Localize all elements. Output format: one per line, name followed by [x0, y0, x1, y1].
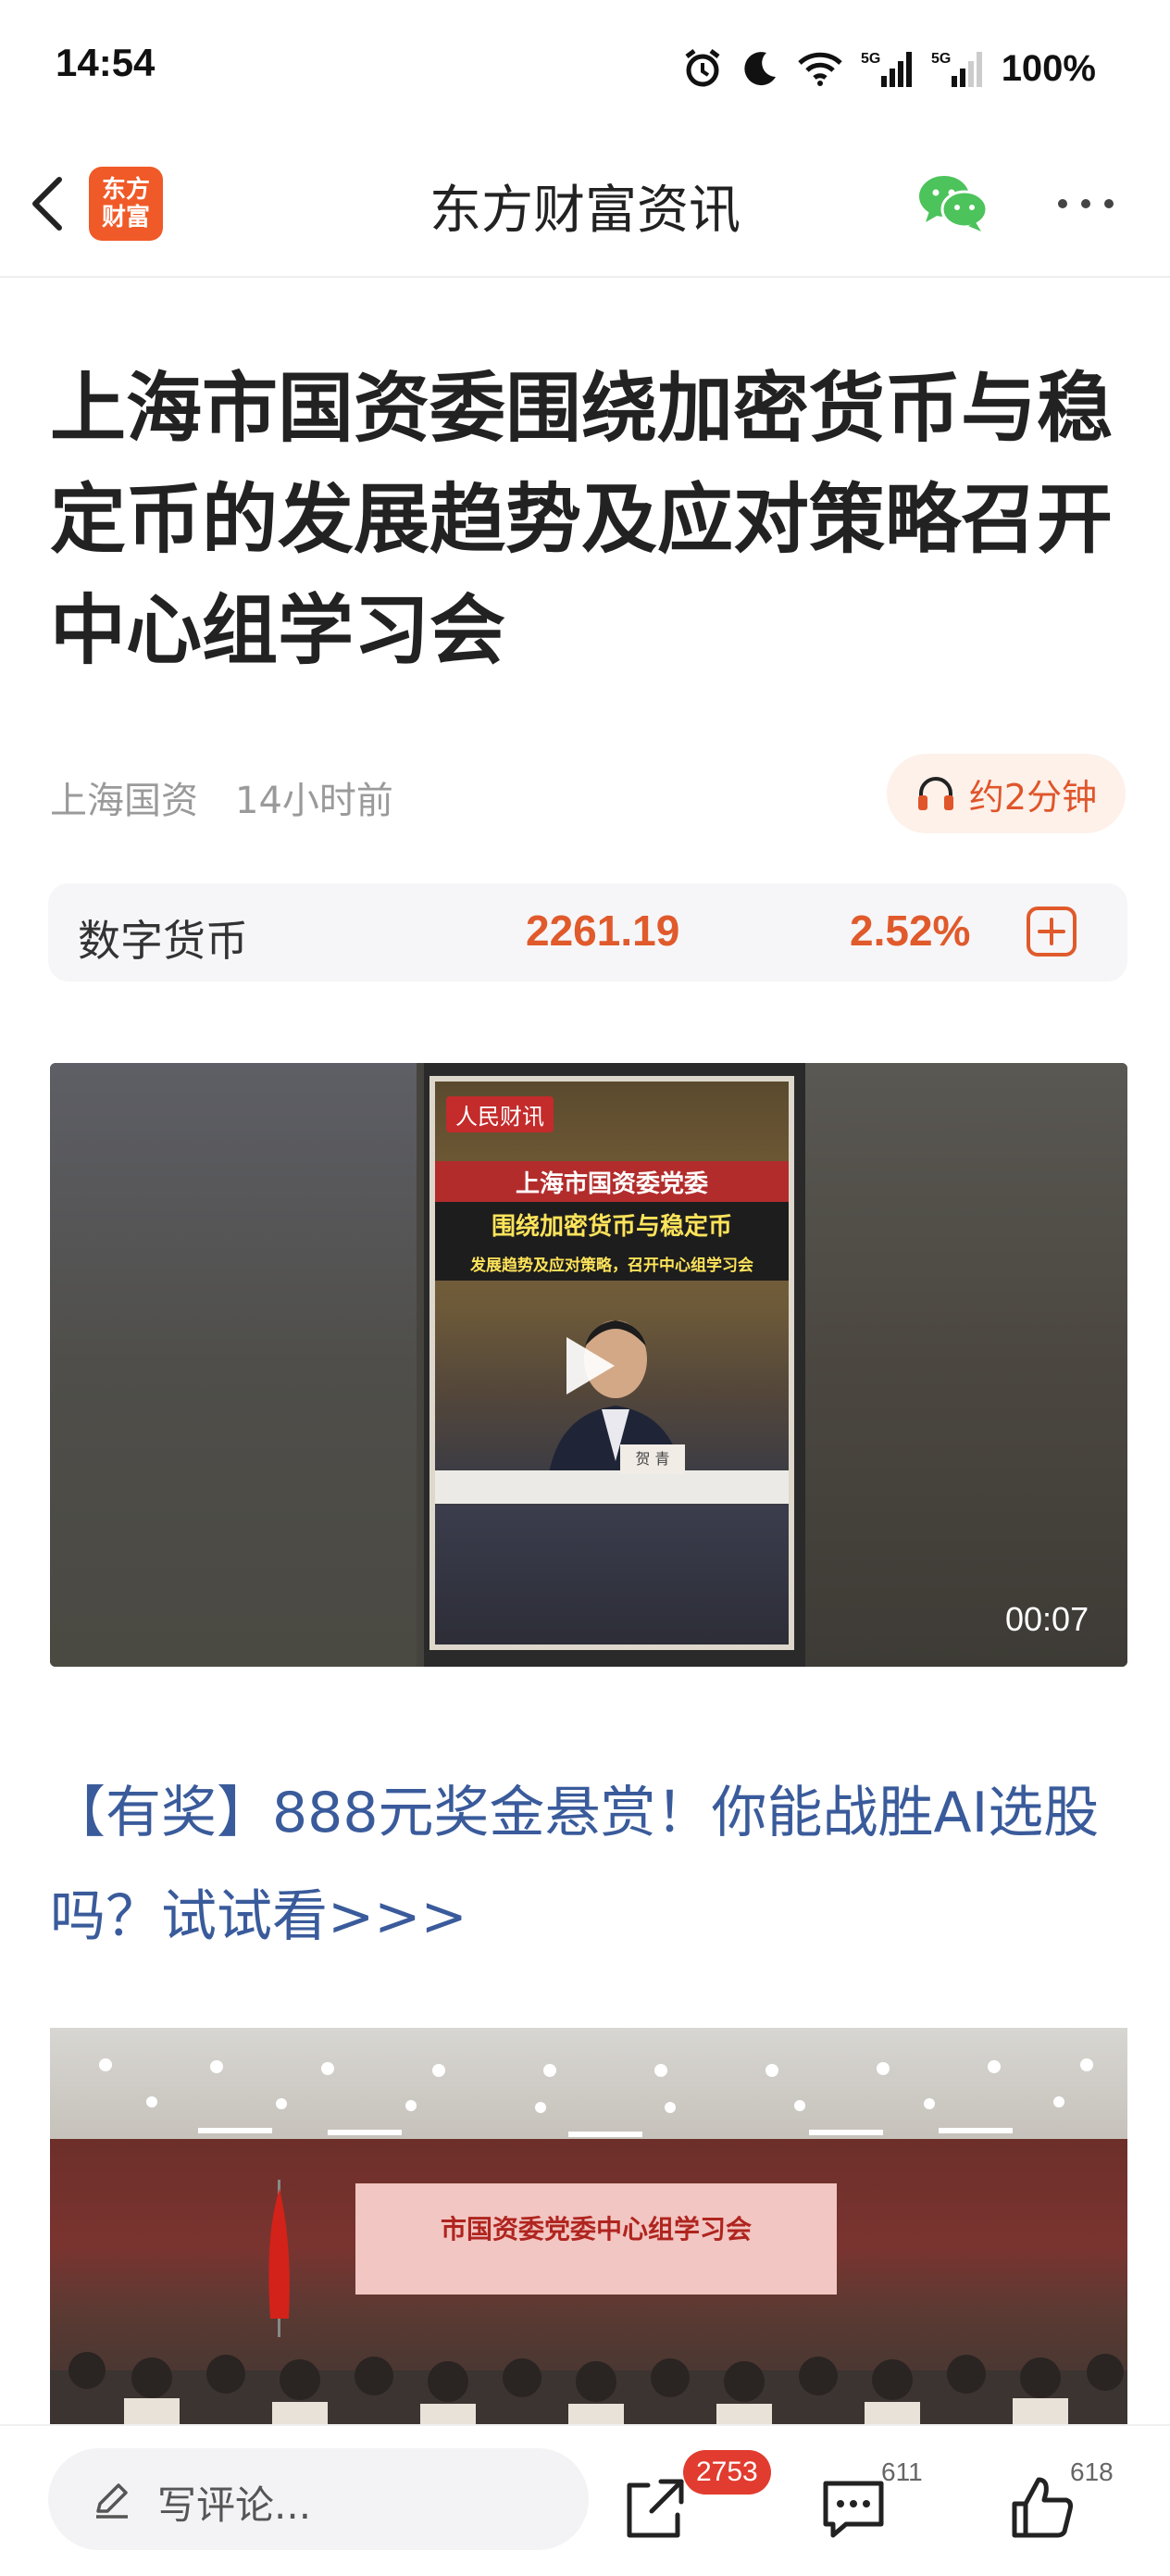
promo-link[interactable]: 【有奖】888元奖金悬赏！你能战胜AI选股吗？试试看>>> [50, 1761, 1127, 1969]
poster-lower-area [435, 1506, 789, 1644]
wifi-icon [797, 52, 842, 86]
share-count-badge: 2753 [683, 2450, 771, 2495]
comment-placeholder: 写评论... [157, 2482, 312, 2528]
more-dots-icon[interactable] [1053, 185, 1118, 222]
signal-5g-icon: 5G [861, 51, 912, 87]
meeting-banner: 市国资委党委中心组学习会 [355, 2183, 837, 2295]
article-title: 上海市国资委围绕加密货币与稳定币的发展趋势及应对策略召开中心组学习会 [50, 365, 1114, 675]
signal-5g-icon: 5G [931, 51, 982, 87]
add-watchlist-icon[interactable] [1026, 906, 1077, 957]
article-image: 市国资委党委中心组学习会 [50, 2028, 1127, 2426]
poster-subheadline: 围绕加密货币与稳定币 [435, 1202, 789, 1247]
listen-duration: 约2分钟 [968, 776, 1098, 818]
quote-price: 2261.19 [526, 907, 680, 955]
nav-title: 东方财富资讯 [429, 181, 741, 241]
likes-count: 618 [1070, 2457, 1114, 2486]
video-blur-right [805, 1063, 1127, 1667]
video-duration: 00:07 [1005, 1600, 1089, 1638]
moon-icon [744, 52, 776, 86]
poster-logo: 人民财讯 [446, 1096, 554, 1132]
alarm-icon [685, 49, 720, 87]
poster-headline: 上海市国资委党委 [435, 1161, 789, 1203]
pencil-icon [96, 2483, 128, 2519]
comments-count: 611 [881, 2457, 923, 2486]
listen-button[interactable]: 约2分钟 [887, 754, 1126, 833]
battery-percentage: 100% [1001, 47, 1096, 89]
audience [50, 2352, 1127, 2426]
play-icon[interactable] [559, 1333, 618, 1398]
poster-nameplate: 贺 青 [620, 1444, 685, 1474]
svg-text:5G: 5G [931, 51, 951, 67]
quote-change: 2.52% [850, 907, 971, 955]
ceiling-lights [99, 2058, 1093, 2137]
thumbs-up-icon[interactable] [1007, 2472, 1077, 2543]
article-time: 14小时前 [235, 780, 393, 822]
conference-table [435, 1470, 789, 1504]
video-blur-left [50, 1063, 417, 1667]
share-icon[interactable] [620, 2474, 689, 2543]
comment-bubble-icon[interactable] [818, 2476, 889, 2543]
svg-text:5G: 5G [861, 51, 880, 67]
status-time: 14:54 [56, 41, 156, 84]
poster-caption: 发展趋势及应对策略，召开中心组学习会 [435, 1246, 789, 1281]
quote-name: 数字货币 [78, 916, 248, 966]
article-source[interactable]: 上海国资 [50, 770, 198, 824]
headphones-icon [917, 777, 953, 810]
status-icons: 5G 5G 100% [681, 41, 1096, 96]
wechat-icon[interactable] [916, 170, 990, 235]
